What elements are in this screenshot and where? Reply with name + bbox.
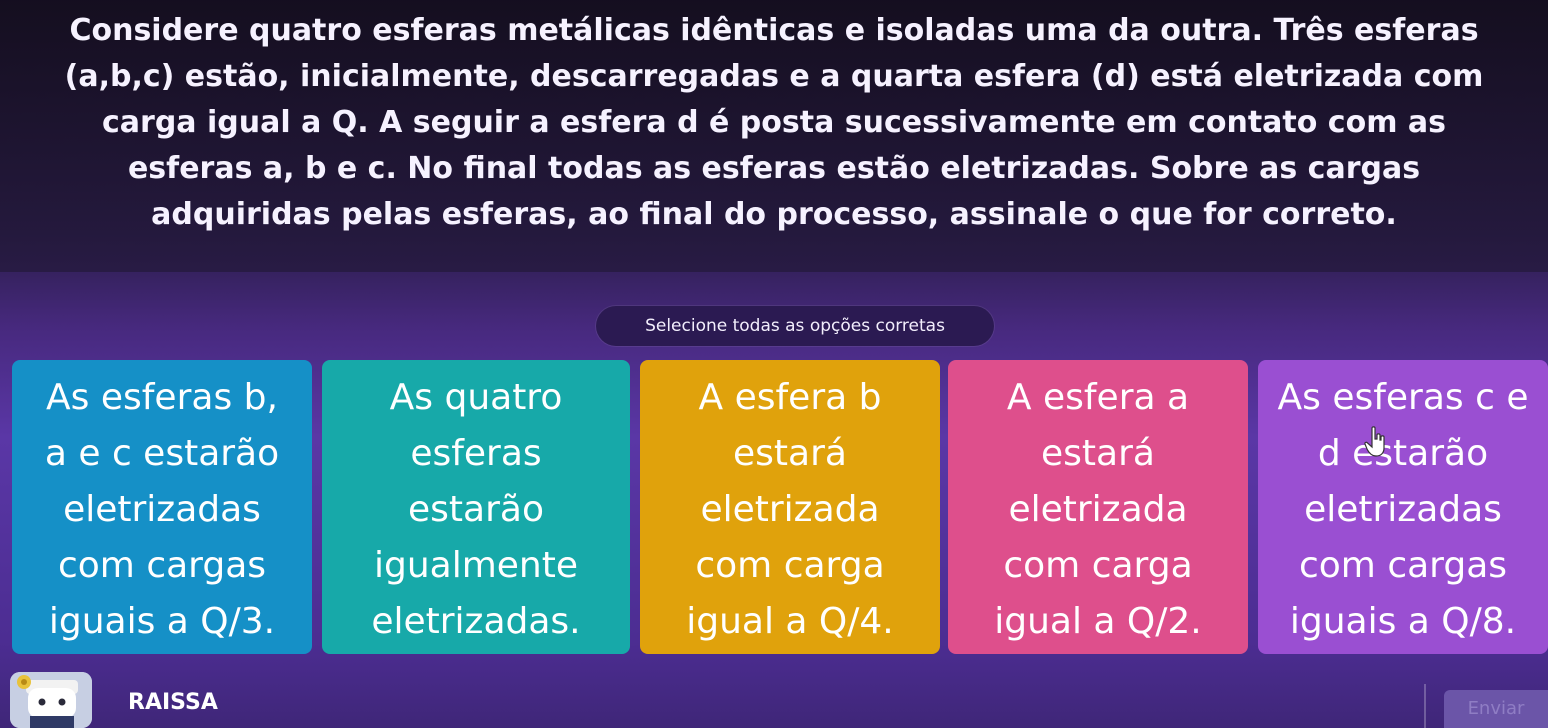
footer-bar: RAISSA Enviar — [0, 664, 1548, 728]
hand-cursor-icon — [1364, 426, 1385, 457]
player-name: RAISSA — [128, 690, 218, 715]
footer-divider — [1424, 684, 1426, 728]
option-card-2[interactable]: As quatro esferas estarão igualmente ele… — [322, 360, 630, 654]
question-panel: Considere quatro esferas metálicas idênt… — [0, 0, 1548, 272]
option-card-3[interactable]: A esfera b estará eletrizada com carga i… — [640, 360, 940, 654]
option-text-3: A esfera b estará eletrizada com carga i… — [686, 377, 894, 642]
option-card-4[interactable]: A esfera a estará eletrizada com carga i… — [948, 360, 1248, 654]
option-text-5: As esferas c e d estarão eletrizadas com… — [1277, 377, 1529, 642]
option-text-4: A esfera a estará eletrizada com carga i… — [994, 377, 1202, 642]
avatar — [10, 672, 92, 728]
option-card-5[interactable]: As esferas c e d estarão eletrizadas com… — [1258, 360, 1548, 654]
option-card-1[interactable]: As esferas b, a e c estarão eletrizadas … — [12, 360, 312, 654]
avatar-character-icon — [10, 672, 92, 728]
option-text-1: As esferas b, a e c estarão eletrizadas … — [44, 377, 280, 642]
option-text-2: As quatro esferas estarão igualmente ele… — [371, 377, 581, 642]
question-text: Considere quatro esferas metálicas idênt… — [64, 13, 1484, 232]
options-grid: As esferas b, a e c estarão eletrizadas … — [12, 360, 1548, 654]
instruction-pill: Selecione todas as opções corretas — [596, 306, 994, 346]
submit-button[interactable]: Enviar — [1444, 690, 1548, 728]
